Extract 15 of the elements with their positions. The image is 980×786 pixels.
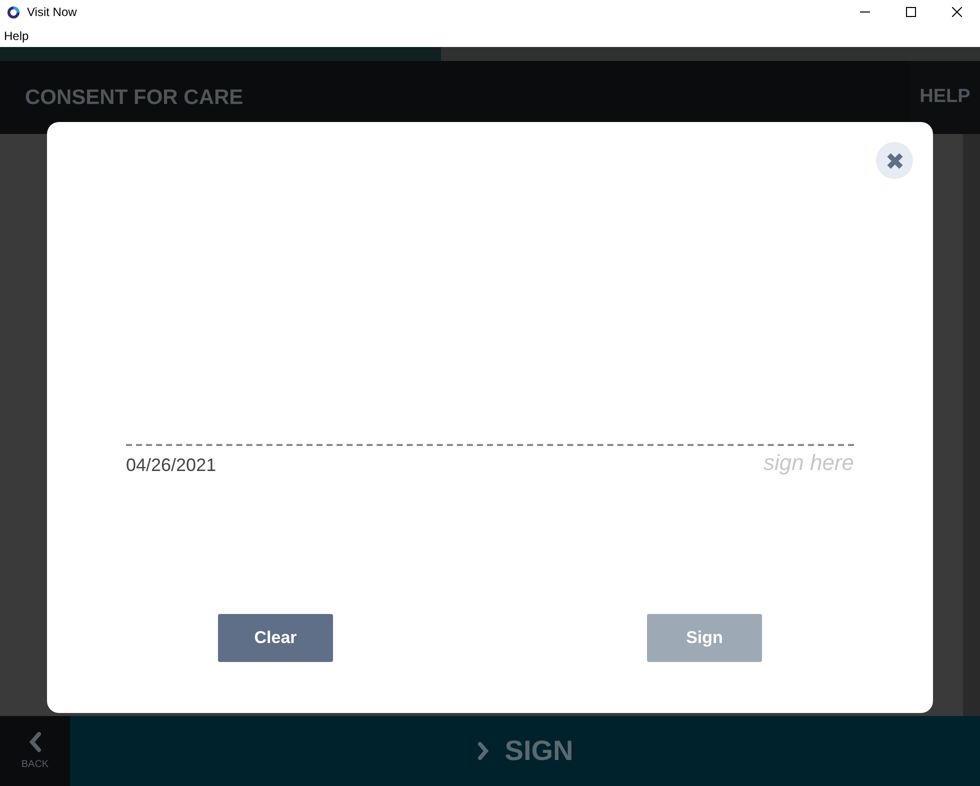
window-title: Visit Now: [27, 4, 77, 21]
menu-item[interactable]: Help: [4, 26, 29, 44]
dialog-button[interactable]: Clear: [218, 614, 333, 662]
close-icon: [886, 152, 904, 170]
page-title: CONSENT FOR CARE: [25, 84, 244, 111]
close-dialog-button[interactable]: [876, 142, 913, 179]
chevron-right-icon: [476, 741, 489, 761]
maximize-icon: [906, 7, 916, 17]
back-button[interactable]: BACK: [0, 716, 70, 786]
chevron-left-icon: [28, 730, 42, 752]
signature-date: 04/26/2021: [126, 454, 216, 477]
sign-here-hint: sign here: [763, 449, 854, 477]
close-icon: [952, 7, 962, 17]
app-logo-icon: [7, 6, 20, 18]
sign-bar-button[interactable]: SIGN: [70, 716, 980, 786]
